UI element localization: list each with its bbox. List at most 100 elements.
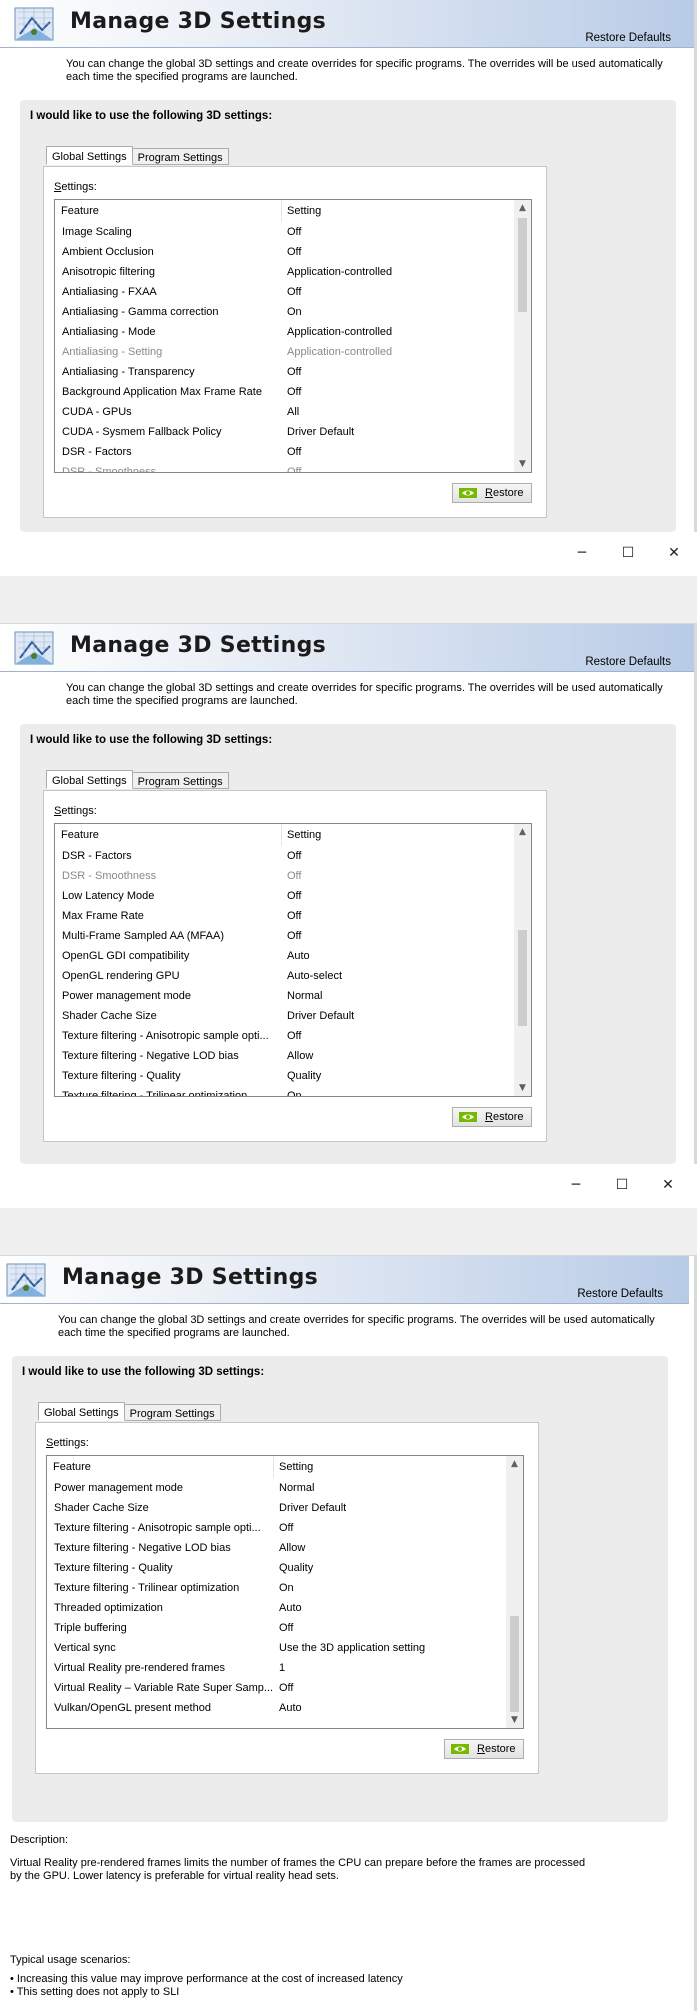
setting-value[interactable]: Use the 3D application setting (279, 1642, 425, 1654)
settings-row[interactable]: Texture filtering - Trilinear optimizati… (55, 1086, 531, 1096)
setting-value[interactable]: Off (287, 226, 301, 238)
settings-row[interactable]: Texture filtering - Anisotropic sample o… (47, 1518, 523, 1538)
settings-row[interactable]: DSR - Factors Off (55, 442, 531, 462)
settings-row[interactable]: Multi-Frame Sampled AA (MFAA) Off (55, 926, 531, 946)
restore-button[interactable]: Restore (452, 1107, 532, 1127)
setting-value[interactable]: On (287, 1090, 302, 1096)
setting-value[interactable]: Application-controlled (287, 346, 392, 358)
tab-program-settings[interactable]: Program Settings (131, 148, 229, 165)
settings-row[interactable]: Antialiasing - Gamma correction On (55, 302, 531, 322)
feature-column-header[interactable]: Feature (53, 1461, 91, 1473)
feature-column-header[interactable]: Feature (61, 205, 99, 217)
settings-row[interactable]: DSR - Smoothness Off (55, 866, 531, 886)
setting-value[interactable]: Auto (279, 1602, 302, 1614)
vertical-scrollbar[interactable]: ▲ ▼ (514, 824, 531, 1096)
setting-column-header[interactable]: Setting (279, 1461, 313, 1473)
setting-value[interactable]: Off (287, 366, 301, 378)
settings-row[interactable]: Antialiasing - FXAA Off (55, 282, 531, 302)
setting-value[interactable]: On (287, 306, 302, 318)
scroll-thumb[interactable] (518, 930, 527, 1026)
settings-row[interactable]: Shader Cache Size Driver Default (55, 1006, 531, 1026)
setting-value[interactable]: Driver Default (287, 1010, 354, 1022)
restore-defaults-link[interactable]: Restore Defaults (585, 32, 671, 44)
settings-row[interactable]: Triple buffering Off (47, 1618, 523, 1638)
tab-global-settings[interactable]: Global Settings (46, 770, 133, 789)
setting-value[interactable]: Off (287, 850, 301, 862)
setting-value[interactable]: Application-controlled (287, 326, 392, 338)
setting-value[interactable]: On (279, 1582, 294, 1594)
settings-row[interactable]: Max Frame Rate Off (55, 906, 531, 926)
settings-row[interactable]: CUDA - GPUs All (55, 402, 531, 422)
setting-value[interactable]: Auto (279, 1702, 302, 1714)
setting-value[interactable]: Off (287, 446, 301, 458)
setting-value[interactable]: Off (287, 286, 301, 298)
settings-row[interactable]: OpenGL rendering GPU Auto-select (55, 966, 531, 986)
scroll-down-arrow-icon[interactable]: ▼ (514, 456, 531, 472)
scroll-up-arrow-icon[interactable]: ▲ (506, 1456, 523, 1472)
tab-program-settings[interactable]: Program Settings (131, 772, 229, 789)
setting-value[interactable]: Off (287, 386, 301, 398)
settings-row[interactable]: Vulkan/OpenGL present method Auto (47, 1698, 523, 1718)
setting-column-header[interactable]: Setting (287, 205, 321, 217)
maximize-icon[interactable]: ☐ (605, 542, 651, 564)
settings-row[interactable]: Texture filtering - Quality Quality (47, 1558, 523, 1578)
settings-row[interactable]: Virtual Reality – Variable Rate Super Sa… (47, 1678, 523, 1698)
settings-row[interactable]: Power management mode Normal (47, 1478, 523, 1498)
settings-row[interactable]: Texture filtering - Negative LOD bias All… (55, 1046, 531, 1066)
setting-value[interactable]: Quality (279, 1562, 313, 1574)
settings-row[interactable]: DSR - Factors Off (55, 846, 531, 866)
setting-value[interactable]: Quality (287, 1070, 321, 1082)
minimize-icon[interactable]: ─ (553, 1174, 599, 1196)
settings-row[interactable]: Anisotropic filtering Application-control… (55, 262, 531, 282)
settings-row[interactable]: Texture filtering - Quality Quality (55, 1066, 531, 1086)
scroll-down-arrow-icon[interactable]: ▼ (514, 1080, 531, 1096)
setting-value[interactable]: Driver Default (287, 426, 354, 438)
settings-row[interactable]: Texture filtering - Negative LOD bias All… (47, 1538, 523, 1558)
maximize-icon[interactable]: ☐ (599, 1174, 645, 1196)
setting-value[interactable]: Off (279, 1522, 293, 1534)
setting-value[interactable]: Off (287, 466, 301, 472)
settings-row[interactable]: DSR - Smoothness Off (55, 462, 531, 472)
setting-value[interactable]: Off (287, 930, 301, 942)
setting-value[interactable]: All (287, 406, 299, 418)
restore-defaults-link[interactable]: Restore Defaults (577, 1288, 663, 1300)
setting-value[interactable]: 1 (279, 1662, 285, 1674)
settings-row[interactable]: Image Scaling Off (55, 222, 531, 242)
settings-row[interactable]: Texture filtering - Trilinear optimizati… (47, 1578, 523, 1598)
setting-value[interactable]: Off (287, 1030, 301, 1042)
tab-global-settings[interactable]: Global Settings (38, 1402, 125, 1421)
settings-row[interactable]: Threaded optimization Auto (47, 1598, 523, 1618)
feature-column-header[interactable]: Feature (61, 829, 99, 841)
setting-value[interactable]: Auto-select (287, 970, 342, 982)
scroll-thumb[interactable] (518, 218, 527, 312)
settings-row[interactable]: Power management mode Normal (55, 986, 531, 1006)
settings-row[interactable]: Low Latency Mode Off (55, 886, 531, 906)
setting-value[interactable]: Allow (279, 1542, 305, 1554)
setting-value[interactable]: Off (279, 1682, 293, 1694)
settings-row[interactable]: Antialiasing - Setting Application-contro… (55, 342, 531, 362)
settings-row[interactable]: Texture filtering - Anisotropic sample o… (55, 1026, 531, 1046)
tab-program-settings[interactable]: Program Settings (123, 1404, 221, 1421)
setting-value[interactable]: Auto (287, 950, 310, 962)
setting-value[interactable]: Allow (287, 1050, 313, 1062)
setting-value[interactable]: Off (287, 870, 301, 882)
setting-value[interactable]: Normal (279, 1482, 314, 1494)
settings-list[interactable]: Feature Setting Image Scaling Off Ambient … (54, 199, 532, 473)
settings-row[interactable]: OpenGL GDI compatibility Auto (55, 946, 531, 966)
restore-button[interactable]: Restore (444, 1739, 524, 1759)
close-icon[interactable]: ✕ (651, 542, 697, 564)
setting-value[interactable]: Off (287, 246, 301, 258)
settings-row[interactable]: Vertical sync Use the 3D application sett… (47, 1638, 523, 1658)
setting-value[interactable]: Off (287, 890, 301, 902)
setting-value[interactable]: Off (287, 910, 301, 922)
settings-row[interactable]: Shader Cache Size Driver Default (47, 1498, 523, 1518)
tab-global-settings[interactable]: Global Settings (46, 146, 133, 165)
settings-list[interactable]: Feature Setting DSR - Factors Off DSR - Sm… (54, 823, 532, 1097)
restore-defaults-link[interactable]: Restore Defaults (585, 656, 671, 668)
setting-value[interactable]: Driver Default (279, 1502, 346, 1514)
vertical-scrollbar[interactable]: ▲ ▼ (514, 200, 531, 472)
setting-value[interactable]: Application-controlled (287, 266, 392, 278)
minimize-icon[interactable]: ─ (559, 542, 605, 564)
scroll-up-arrow-icon[interactable]: ▲ (514, 824, 531, 840)
settings-row[interactable]: Ambient Occlusion Off (55, 242, 531, 262)
